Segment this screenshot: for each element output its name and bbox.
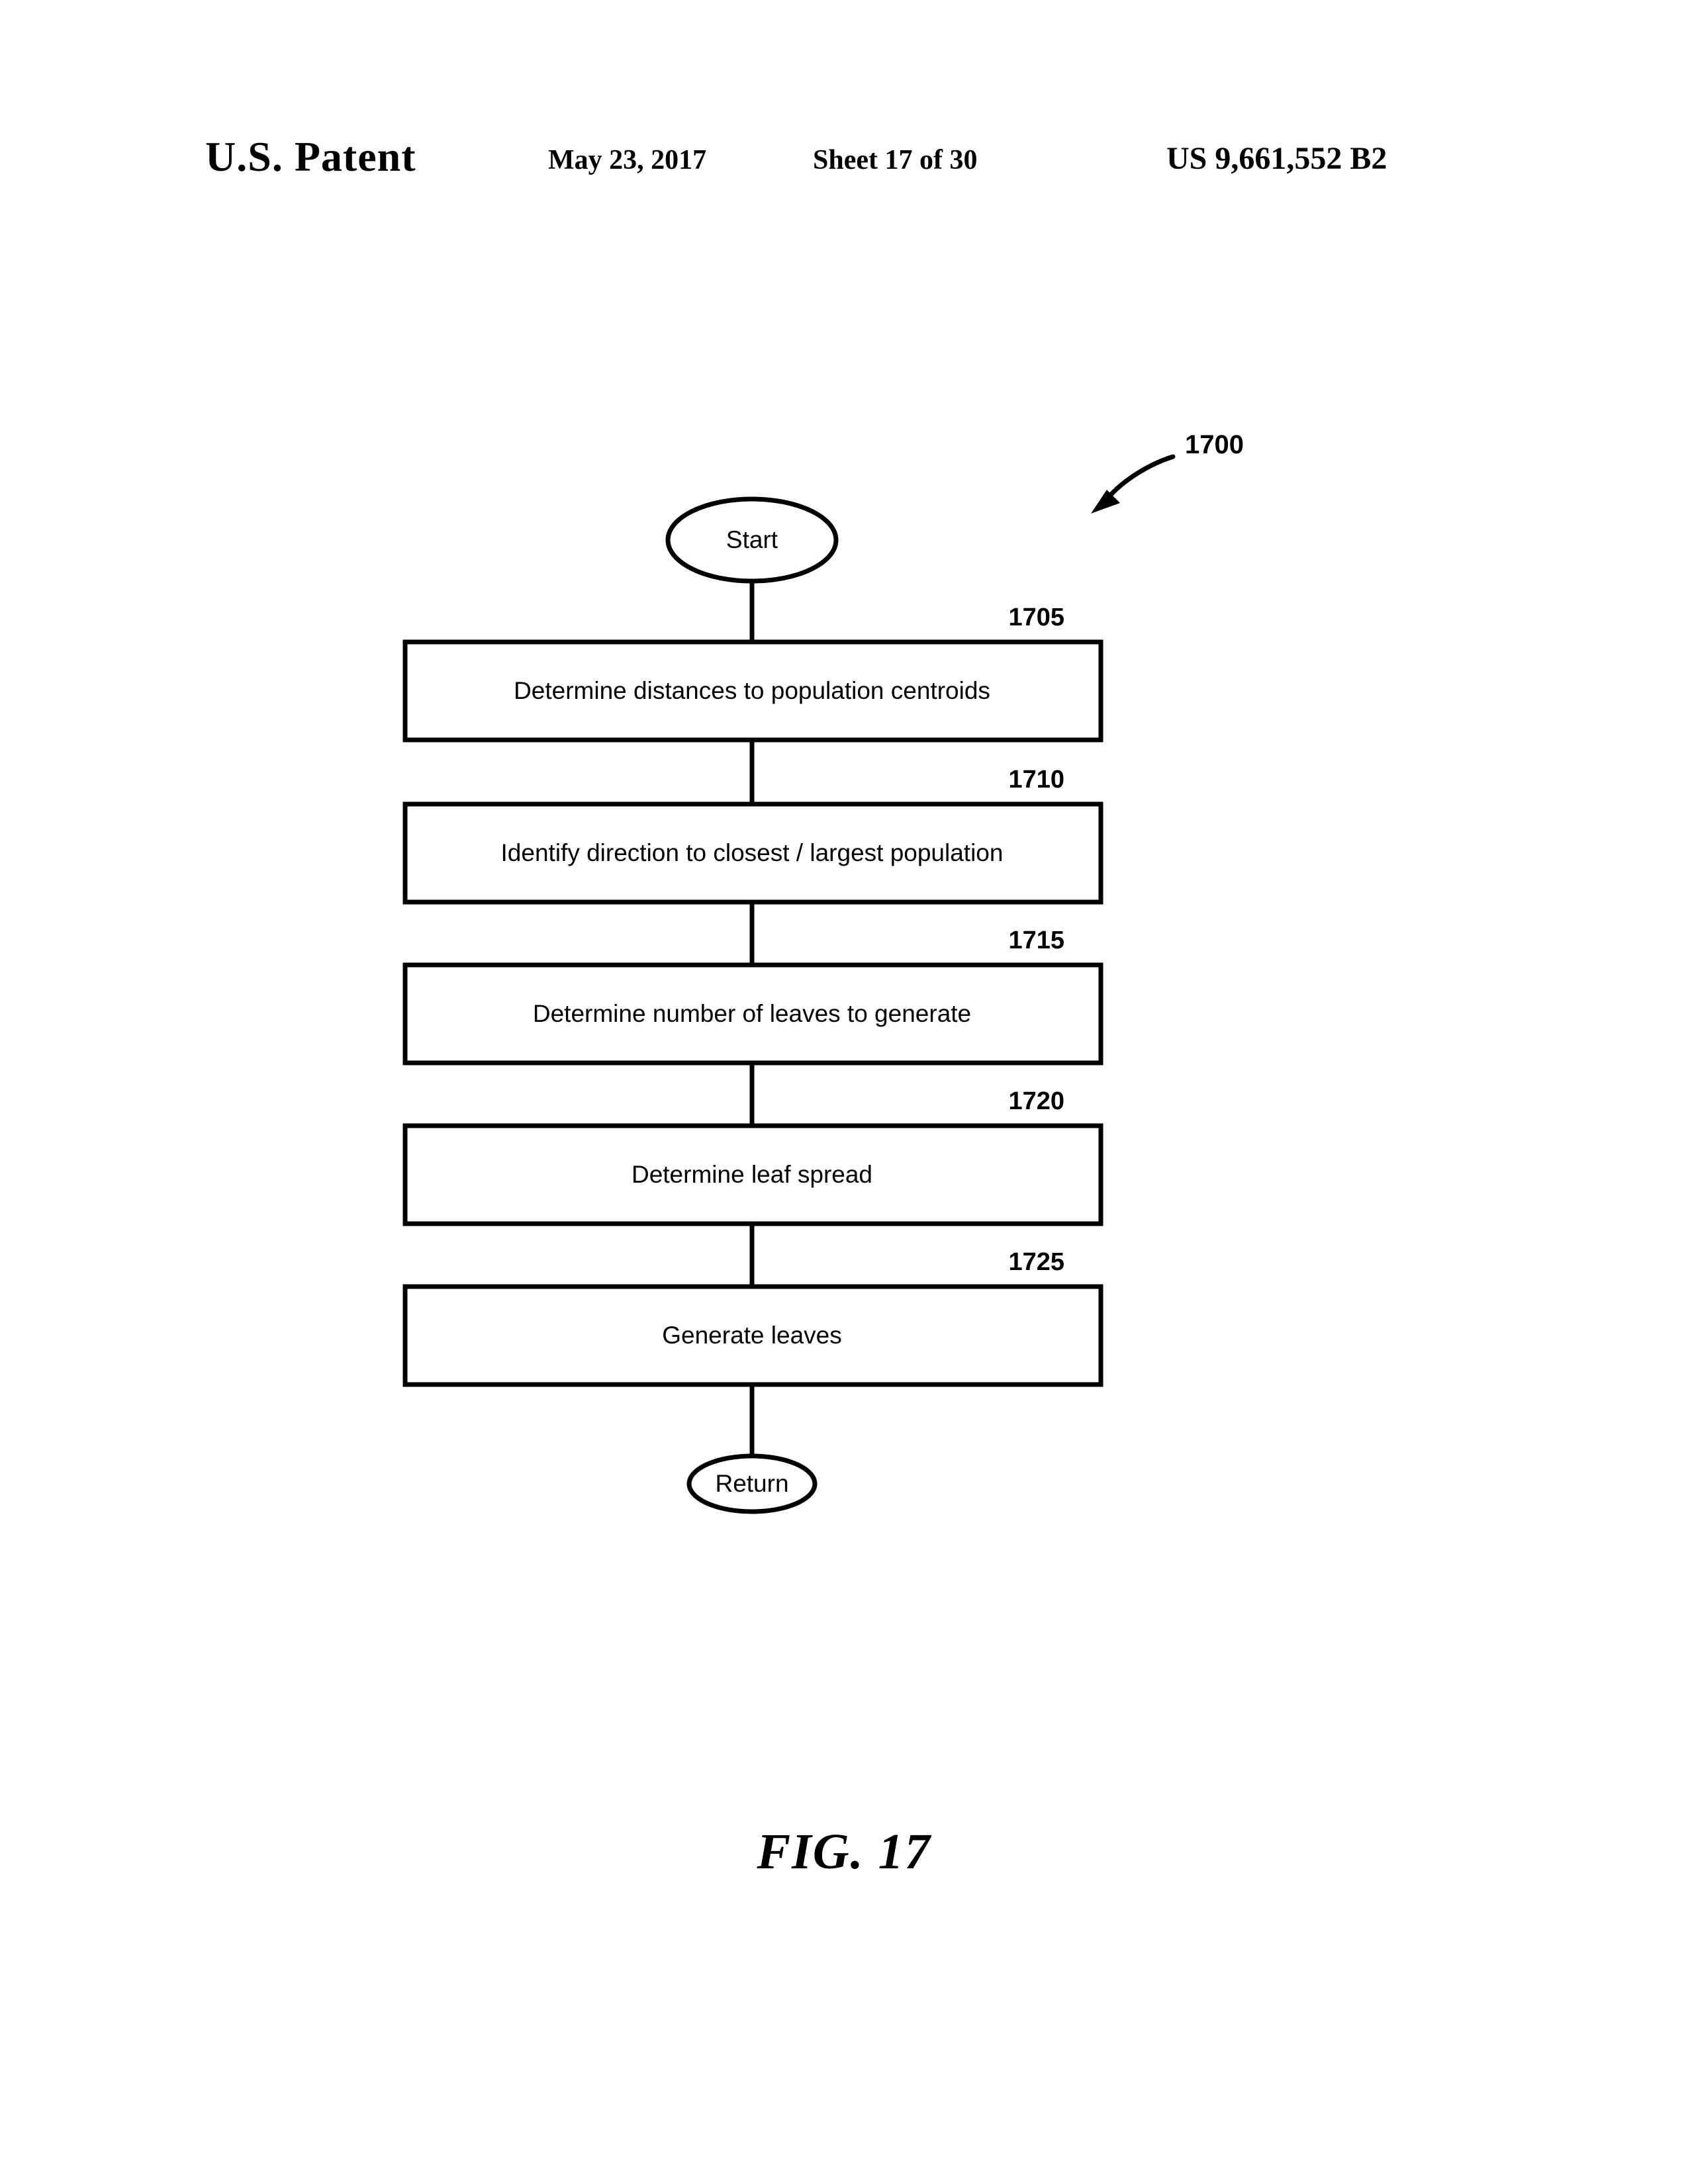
reference-number-1725: 1725 <box>1008 1248 1064 1276</box>
reference-number-1720: 1720 <box>1008 1087 1064 1115</box>
return-node-label: Return <box>715 1470 789 1497</box>
reference-arrow-1700 <box>1091 454 1176 514</box>
figure-reference-number: 1700 <box>1185 430 1244 459</box>
process-label-1720: Determine leaf spread <box>631 1161 873 1188</box>
reference-number-1715: 1715 <box>1008 927 1064 954</box>
process-label-1725: Generate leaves <box>662 1322 842 1349</box>
process-label-1715: Determine number of leaves to generate <box>532 1000 972 1027</box>
reference-number-1705: 1705 <box>1008 604 1064 631</box>
start-node-label: Start <box>726 526 778 553</box>
figure-caption: FIG. 17 <box>757 1824 931 1880</box>
reference-number-1710: 1710 <box>1008 766 1064 794</box>
process-label-1705: Determine distances to population centro… <box>514 677 990 704</box>
process-label-1710: Identify direction to closest / largest … <box>500 839 1004 866</box>
patent-drawing-page: U.S. Patent May 23, 2017 Sheet 17 of 30 … <box>0 0 1688 2184</box>
